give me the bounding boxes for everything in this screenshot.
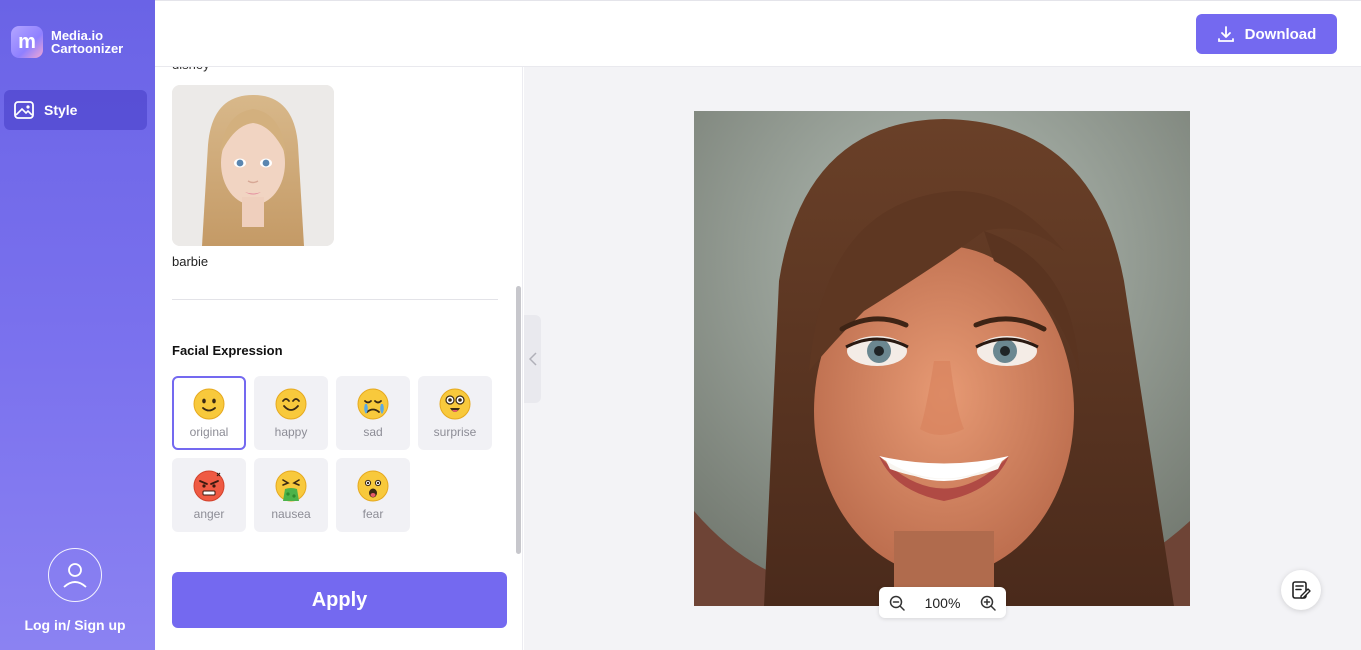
style-label-barbie: barbie	[172, 254, 209, 269]
top-bar	[155, 0, 1361, 67]
expression-sad[interactable]: sad	[336, 376, 410, 450]
app-name: Media.io Cartoonizer	[51, 29, 123, 55]
expression-nausea[interactable]: nausea	[254, 458, 328, 532]
download-label: Download	[1244, 25, 1317, 43]
feedback-edit-icon	[1292, 581, 1311, 599]
zoom-level: 100%	[924, 594, 961, 611]
expression-label: sad	[363, 425, 383, 439]
sad-emoji-icon	[357, 388, 389, 420]
expression-original[interactable]: original	[172, 376, 246, 450]
style-label-cut: disney	[172, 67, 210, 72]
expression-surprise[interactable]: surprise	[418, 376, 492, 450]
avatar[interactable]	[48, 548, 102, 602]
barbie-portrait	[172, 85, 334, 246]
zoom-out-button[interactable]	[888, 594, 906, 612]
download-icon	[1217, 26, 1234, 42]
zoom-in-icon	[980, 595, 996, 611]
style-thumbnail-barbie[interactable]	[172, 85, 334, 246]
happy-emoji-icon	[275, 388, 307, 420]
app-name-line2: Cartoonizer	[51, 41, 124, 56]
options-panel: disney barbie Facial Expression	[155, 67, 523, 650]
expression-label: happy	[274, 425, 308, 439]
chevron-left-icon	[528, 352, 537, 366]
nausea-emoji-icon	[275, 470, 307, 502]
expression-label: anger	[193, 507, 225, 521]
zoom-out-icon	[889, 595, 905, 611]
feedback-button[interactable]	[1281, 570, 1321, 610]
collapse-panel-handle[interactable]	[524, 315, 541, 403]
slight-smile-emoji-icon	[193, 388, 225, 420]
apply-button[interactable]: Apply	[172, 572, 507, 628]
expression-happy[interactable]: happy	[254, 376, 328, 450]
logo-mark: m	[11, 26, 43, 58]
expression-label: surprise	[433, 425, 477, 439]
sidebar: m Media.io Cartoonizer Style Log in/ Sig…	[0, 0, 155, 650]
fear-emoji-icon	[357, 470, 389, 502]
expression-anger[interactable]: anger	[172, 458, 246, 532]
app-logo[interactable]: m Media.io Cartoonizer	[11, 26, 123, 58]
divider	[172, 299, 498, 300]
expression-label: fear	[362, 507, 384, 521]
sidebar-item-style[interactable]: Style	[4, 90, 147, 130]
facial-expression-title: Facial Expression	[172, 343, 283, 358]
user-icon	[63, 563, 87, 588]
surprise-emoji-icon	[439, 388, 471, 420]
expression-label: original	[189, 425, 229, 439]
anger-emoji-icon	[193, 470, 225, 502]
cartoon-preview-image	[694, 111, 1190, 606]
image-icon	[14, 101, 34, 119]
expression-label: nausea	[271, 507, 311, 521]
login-link[interactable]: Log in/ Sign up	[0, 617, 150, 633]
zoom-controls: 100%	[879, 587, 1006, 618]
sidebar-item-label: Style	[44, 102, 78, 118]
panel-scrollbar[interactable]	[516, 286, 521, 554]
download-button[interactable]: Download	[1196, 14, 1337, 54]
zoom-in-button[interactable]	[979, 594, 997, 612]
cartoon-portrait	[694, 111, 1190, 606]
expression-fear[interactable]: fear	[336, 458, 410, 532]
